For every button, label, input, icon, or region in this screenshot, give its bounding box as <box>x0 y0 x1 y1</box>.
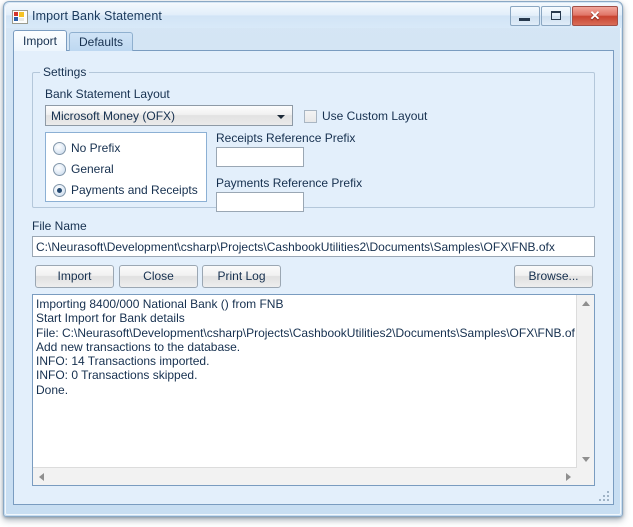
window-title: Import Bank Statement <box>32 9 509 23</box>
form-icon <box>11 8 27 24</box>
payments-reference-prefix-label: Payments Reference Prefix <box>216 176 362 190</box>
tab-strip: Import Defaults <box>13 30 614 51</box>
scroll-up-icon[interactable] <box>582 301 590 306</box>
radio-icon-selected <box>53 184 66 197</box>
scroll-left-icon[interactable] <box>39 473 44 481</box>
receipts-reference-prefix-label: Receipts Reference Prefix <box>216 131 355 145</box>
radio-icon <box>53 163 66 176</box>
app-screenshot: Import Bank Statement ✕ Import Defaults <box>0 0 633 527</box>
payments-reference-prefix-input[interactable] <box>216 192 304 212</box>
bank-statement-layout-value: Microsoft Money (OFX) <box>51 106 272 125</box>
main-window: Import Bank Statement ✕ Import Defaults <box>3 1 623 517</box>
maximize-icon <box>551 11 561 20</box>
tab-defaults[interactable]: Defaults <box>69 32 133 51</box>
log-horizontal-scrollbar[interactable] <box>33 467 577 485</box>
scroll-down-icon[interactable] <box>582 457 590 462</box>
radio-no-prefix[interactable]: No Prefix <box>53 141 120 155</box>
tab-import[interactable]: Import <box>13 30 67 51</box>
use-custom-layout-label: Use Custom Layout <box>322 109 427 123</box>
receipts-reference-prefix-input[interactable] <box>216 147 304 167</box>
minimize-button[interactable] <box>510 6 540 26</box>
settings-group-title: Settings <box>40 65 89 79</box>
title-bar[interactable]: Import Bank Statement ✕ <box>6 4 622 28</box>
checkbox-icon <box>304 110 317 123</box>
resize-grip[interactable] <box>599 491 609 501</box>
print-log-button[interactable]: Print Log <box>202 265 281 288</box>
radio-no-prefix-label: No Prefix <box>71 141 120 155</box>
radio-icon <box>53 142 66 155</box>
log-vertical-scrollbar[interactable] <box>576 295 594 468</box>
log-output-box[interactable]: Importing 8400/000 National Bank () from… <box>32 294 595 486</box>
radio-payments-and-receipts[interactable]: Payments and Receipts <box>53 183 198 197</box>
import-button[interactable]: Import <box>35 265 114 288</box>
radio-payments-and-receipts-label: Payments and Receipts <box>71 183 198 197</box>
use-custom-layout-checkbox[interactable]: Use Custom Layout <box>304 109 427 123</box>
settings-groupbox: Settings Bank Statement Layout Microsoft… <box>32 65 595 208</box>
file-name-label: File Name <box>32 219 87 233</box>
maximize-button[interactable] <box>541 6 571 26</box>
scrollbar-corner <box>577 468 594 485</box>
tab-page-import: Settings Bank Statement Layout Microsoft… <box>13 50 614 505</box>
radio-general[interactable]: General <box>53 162 114 176</box>
file-name-input[interactable] <box>32 236 595 257</box>
bank-statement-layout-label: Bank Statement Layout <box>45 87 170 101</box>
browse-button[interactable]: Browse... <box>514 265 593 288</box>
close-action-button[interactable]: Close <box>119 265 198 288</box>
close-button[interactable]: ✕ <box>572 6 618 26</box>
chevron-down-icon <box>277 115 285 119</box>
minimize-icon <box>519 18 530 21</box>
radio-general-label: General <box>71 162 114 176</box>
scroll-right-icon[interactable] <box>566 473 571 481</box>
close-icon: ✕ <box>573 7 617 25</box>
log-output-text: Importing 8400/000 National Bank () from… <box>36 297 575 397</box>
window-controls: ✕ <box>509 6 618 26</box>
prefix-options-panel: No Prefix General Payments and Receipts <box>45 132 207 202</box>
bank-statement-layout-combobox[interactable]: Microsoft Money (OFX) <box>45 105 293 126</box>
